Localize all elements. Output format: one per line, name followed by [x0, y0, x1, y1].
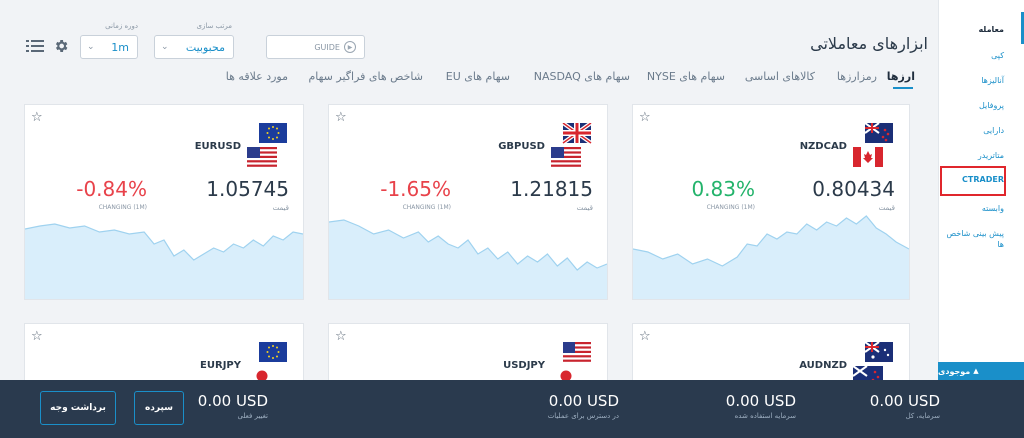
sparkline-chart	[329, 219, 607, 299]
current-change-label: تغییر فعلی	[237, 412, 268, 420]
sparkline-chart	[25, 223, 303, 299]
available-balance-toggle[interactable]: ▲ موجودی	[938, 362, 1024, 380]
instrument-symbol: GBPUSD	[498, 141, 545, 152]
eu-flag-icon	[259, 123, 287, 143]
tab-nasdaq[interactable]: سهام های NASDAQ	[534, 70, 630, 83]
sidebar-item-profile[interactable]: پروفایل	[942, 100, 1004, 111]
currency-pair-flags	[853, 123, 893, 167]
instrument-symbol: AUDNZD	[799, 360, 847, 371]
star-icon[interactable]: ☆	[639, 330, 651, 343]
au-flag-icon	[864, 342, 893, 362]
available-label: در دسترس برای عملیات	[547, 412, 619, 420]
us-flag-icon	[551, 147, 581, 167]
star-icon[interactable]: ☆	[335, 111, 347, 124]
sidebar-item-trade[interactable]: معامله	[942, 24, 1004, 35]
star-icon[interactable]: ☆	[335, 330, 347, 343]
balance-amount: 0.00 USD	[869, 392, 940, 410]
nz-flag-icon	[864, 123, 893, 143]
instrument-change: -1.65%	[380, 177, 451, 201]
instrument-price: 1.05745	[206, 177, 289, 201]
instrument-symbol: EURJPY	[200, 360, 241, 371]
available-amount: 0.00 USD	[548, 392, 619, 410]
ctrader-highlight-box	[940, 166, 1006, 196]
margin-used-label: سرمایه استفاده شده	[734, 412, 796, 420]
balance-total: 0.00 USD سرمایه، کل	[870, 392, 940, 420]
current-change-amount: 0.00 USD	[197, 392, 268, 410]
us-flag-icon	[247, 147, 277, 167]
balance-label: سرمایه، کل	[905, 412, 940, 420]
tab-currencies[interactable]: ارزها	[887, 70, 915, 83]
tab-favorites[interactable]: مورد علاقه ها	[226, 70, 288, 83]
star-icon[interactable]: ☆	[639, 111, 651, 124]
tab-eu[interactable]: سهام های EU	[446, 70, 510, 83]
active-tab-indicator	[893, 87, 913, 89]
tab-indices[interactable]: شاخص های فراگیر سهام	[308, 70, 423, 83]
guide-button[interactable]: GUIDE ▶	[266, 35, 365, 59]
currency-pair-flags	[551, 123, 593, 167]
instrument-price: 1.21815	[510, 177, 593, 201]
tab-commodities[interactable]: کالاهای اساسی	[745, 70, 815, 83]
current-change: 0.00 USD تغییر فعلی	[198, 392, 268, 420]
instrument-symbol: USDJPY	[503, 360, 545, 371]
margin-used: 0.00 USD سرمایه استفاده شده	[726, 392, 796, 420]
sidebar-item-analysis[interactable]: آنالیزها	[942, 75, 1004, 86]
available-for-trades: 0.00 USD در دسترس برای عملیات	[548, 392, 619, 420]
sidebar-item-forecast[interactable]: پیش بینی شاخص ها	[942, 228, 1004, 250]
sparkline-chart	[633, 215, 909, 299]
list-view-icon[interactable]	[26, 38, 44, 54]
sort-value: محبوبیت	[185, 40, 225, 54]
instrument-symbol: NZDCAD	[799, 141, 847, 152]
triangle-up-icon: ▲	[973, 367, 979, 375]
tab-crypto[interactable]: رمزارزها	[837, 70, 877, 83]
instrument-card-nzdcad[interactable]: ☆ NZDCAD 0.80434 قیمت 0.83% CHANGING (1M…	[632, 104, 910, 300]
gear-icon[interactable]	[53, 38, 69, 54]
sidebar-item-copy[interactable]: کپی	[942, 50, 1004, 61]
sidebar-item-assets[interactable]: دارایی	[942, 125, 1004, 136]
ca-flag-icon	[853, 147, 883, 167]
account-summary-bar: 0.00 USD سرمایه، کل 0.00 USD سرمایه استف…	[0, 380, 1024, 438]
instrument-card-eurusd[interactable]: ☆ EURUSD 1.05745 قیمت -0.84% CHANGING (1…	[24, 104, 304, 300]
currency-pair-flags	[247, 123, 287, 167]
sidebar-item-affiliate[interactable]: وابسته	[942, 203, 1004, 214]
sidebar-item-metatrader[interactable]: متاتریدر	[942, 150, 1004, 161]
period-label: دوره زمانی	[105, 22, 138, 30]
eu-flag-icon	[259, 342, 287, 362]
instrument-price: 0.80434	[812, 177, 895, 201]
instrument-symbol: EURUSD	[194, 141, 241, 152]
uk-flag-icon	[561, 123, 593, 145]
chevron-down-icon: ⌄	[87, 42, 95, 52]
sort-select[interactable]: ⌄ محبوبیت	[154, 35, 234, 59]
page-title: ابزارهای معاملاتی	[810, 34, 928, 53]
available-balance-label: موجودی	[938, 366, 971, 376]
guide-label: GUIDE	[314, 42, 340, 52]
star-icon[interactable]: ☆	[31, 330, 43, 343]
period-value: 1m	[111, 40, 129, 54]
withdraw-button[interactable]: برداشت وجه	[40, 391, 116, 425]
chevron-down-icon: ⌄	[161, 42, 169, 52]
tab-nyse[interactable]: سهام های NYSE	[647, 70, 725, 83]
sort-label: مرتب سازی	[196, 22, 232, 30]
margin-used-amount: 0.00 USD	[725, 392, 796, 410]
star-icon[interactable]: ☆	[31, 111, 43, 124]
play-icon: ▶	[344, 41, 356, 53]
deposit-button[interactable]: سپرده	[134, 391, 184, 425]
instrument-change: 0.83%	[691, 177, 755, 201]
period-select[interactable]: ⌄ 1m	[80, 35, 138, 59]
category-tabs: ارزها رمزارزها کالاهای اساسی سهام های NY…	[180, 70, 915, 92]
us-flag-icon	[563, 342, 591, 362]
instrument-change: -0.84%	[76, 177, 147, 201]
instrument-card-gbpusd[interactable]: ☆ GBPUSD 1.21815 قیمت -1.65% CHANGING (1…	[328, 104, 608, 300]
